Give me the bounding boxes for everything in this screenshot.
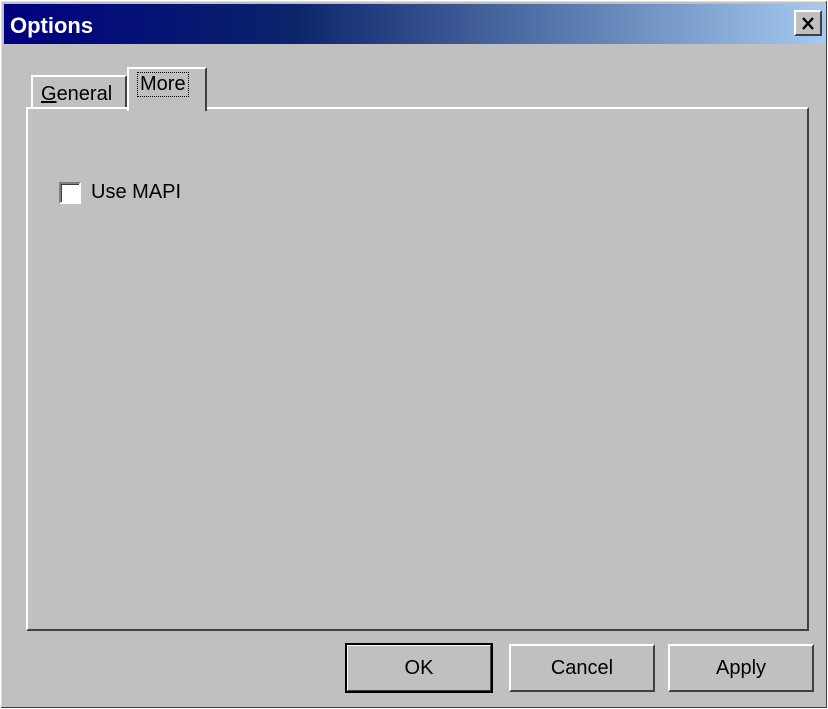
apply-button[interactable]: Apply (668, 644, 814, 692)
cancel-button[interactable]: Cancel (509, 644, 655, 692)
ok-button[interactable]: OK (345, 643, 493, 693)
tab-more-label: More (137, 72, 189, 97)
close-icon (802, 16, 814, 30)
use-mapi-option[interactable]: Use MAPI (59, 181, 181, 204)
use-mapi-label[interactable]: Use MAPI (91, 181, 181, 204)
tab-general[interactable]: General (31, 75, 127, 109)
title-bar[interactable]: Options (4, 4, 826, 44)
use-mapi-checkbox[interactable] (59, 181, 81, 204)
tab-general-label: General (41, 83, 113, 105)
close-button[interactable] (794, 10, 822, 36)
options-dialog: Options General More Use MAPI OK Cancel … (0, 0, 828, 709)
tab-panel-more: Use MAPI (26, 107, 809, 631)
tab-more[interactable]: More (127, 67, 207, 111)
dialog-title: Options (10, 13, 94, 38)
